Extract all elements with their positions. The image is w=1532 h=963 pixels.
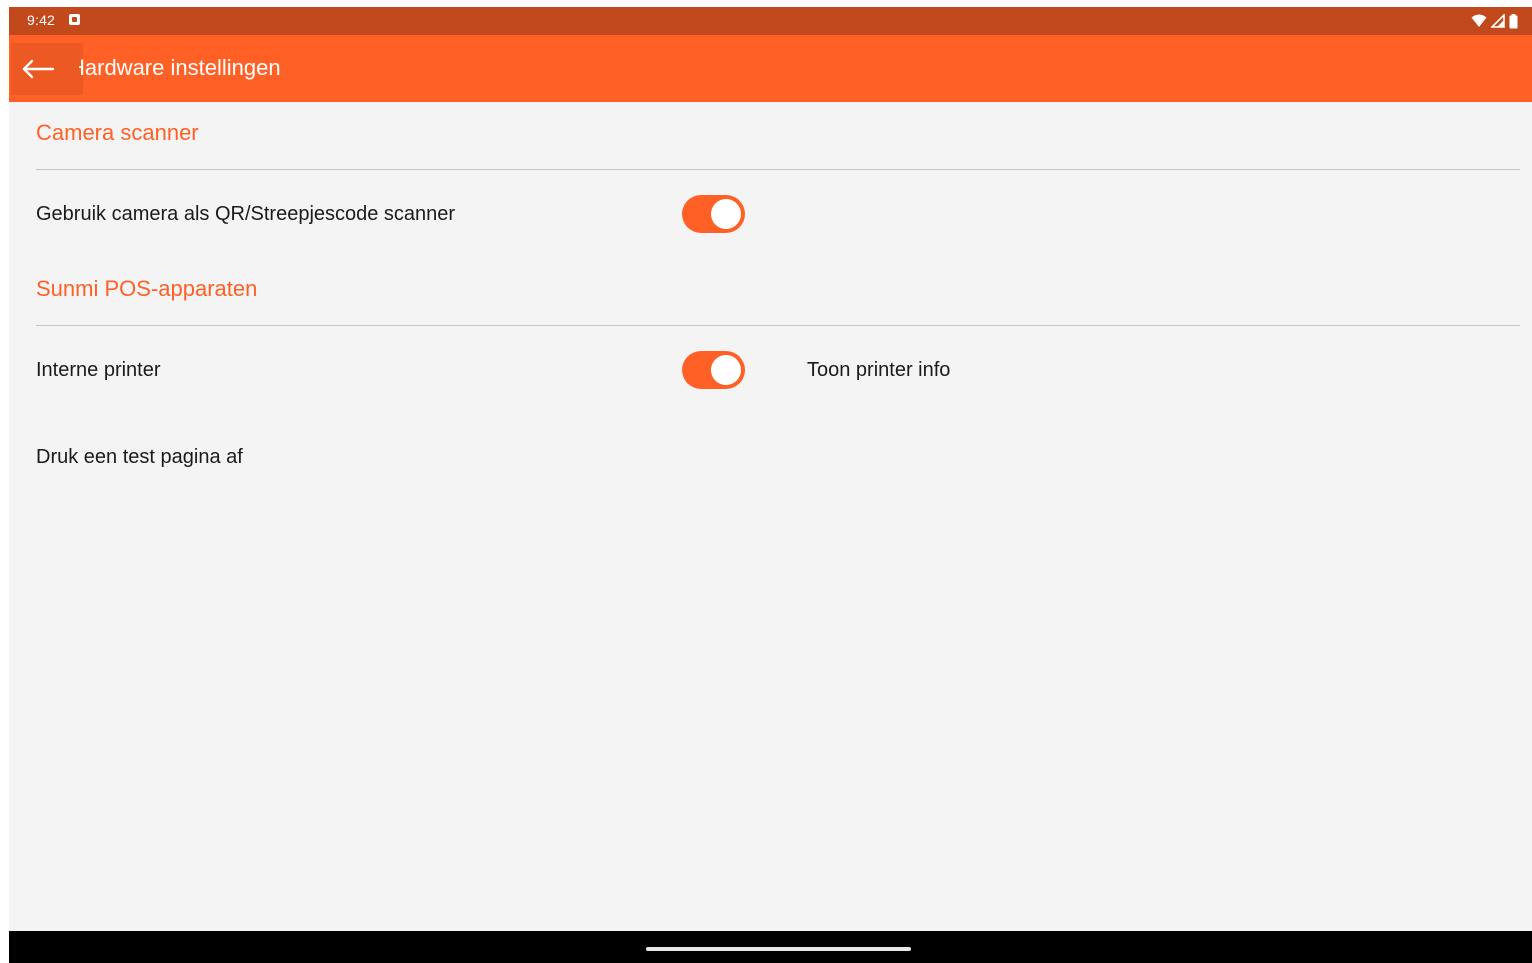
camera-scanner-toggle[interactable] [682, 195, 745, 233]
settings-content: Camera scanner Gebruik camera als QR/Str… [9, 102, 1532, 931]
divider [36, 325, 1520, 326]
navigation-bar [9, 931, 1532, 963]
internal-printer-label[interactable]: Interne printer [36, 359, 161, 382]
wifi-icon [1471, 14, 1487, 27]
section-header-sunmi: Sunmi POS-apparaten [36, 276, 258, 301]
home-gesture-handle[interactable] [646, 947, 911, 951]
app-toolbar: Hardware instellingen [9, 35, 1532, 102]
notification-icon [69, 14, 80, 25]
show-printer-info-button[interactable]: Toon printer info [807, 359, 950, 382]
page-title-text: Hardware instellingen [79, 55, 281, 80]
internal-printer-toggle[interactable] [682, 351, 745, 389]
status-bar: 9:42 [9, 7, 1532, 35]
section-header-camera: Camera scanner [36, 120, 199, 145]
status-time: 9:42 [27, 12, 56, 28]
signal-icon [1491, 14, 1505, 28]
back-button[interactable] [11, 43, 83, 95]
toggle-knob [711, 199, 741, 229]
toggle-knob [711, 355, 741, 385]
battery-icon [1509, 13, 1518, 28]
camera-scanner-label[interactable]: Gebruik camera als QR/Streepjescode scan… [36, 203, 455, 226]
print-test-page-button[interactable]: Druk een test pagina af [36, 446, 243, 469]
status-icons [1471, 13, 1518, 29]
arrow-back-icon [22, 59, 55, 79]
page-title: Hardware instellingen [79, 55, 479, 81]
divider [36, 169, 1520, 170]
device-screen: 9:42 Hardware instellingen Camera scanne… [9, 7, 1532, 963]
